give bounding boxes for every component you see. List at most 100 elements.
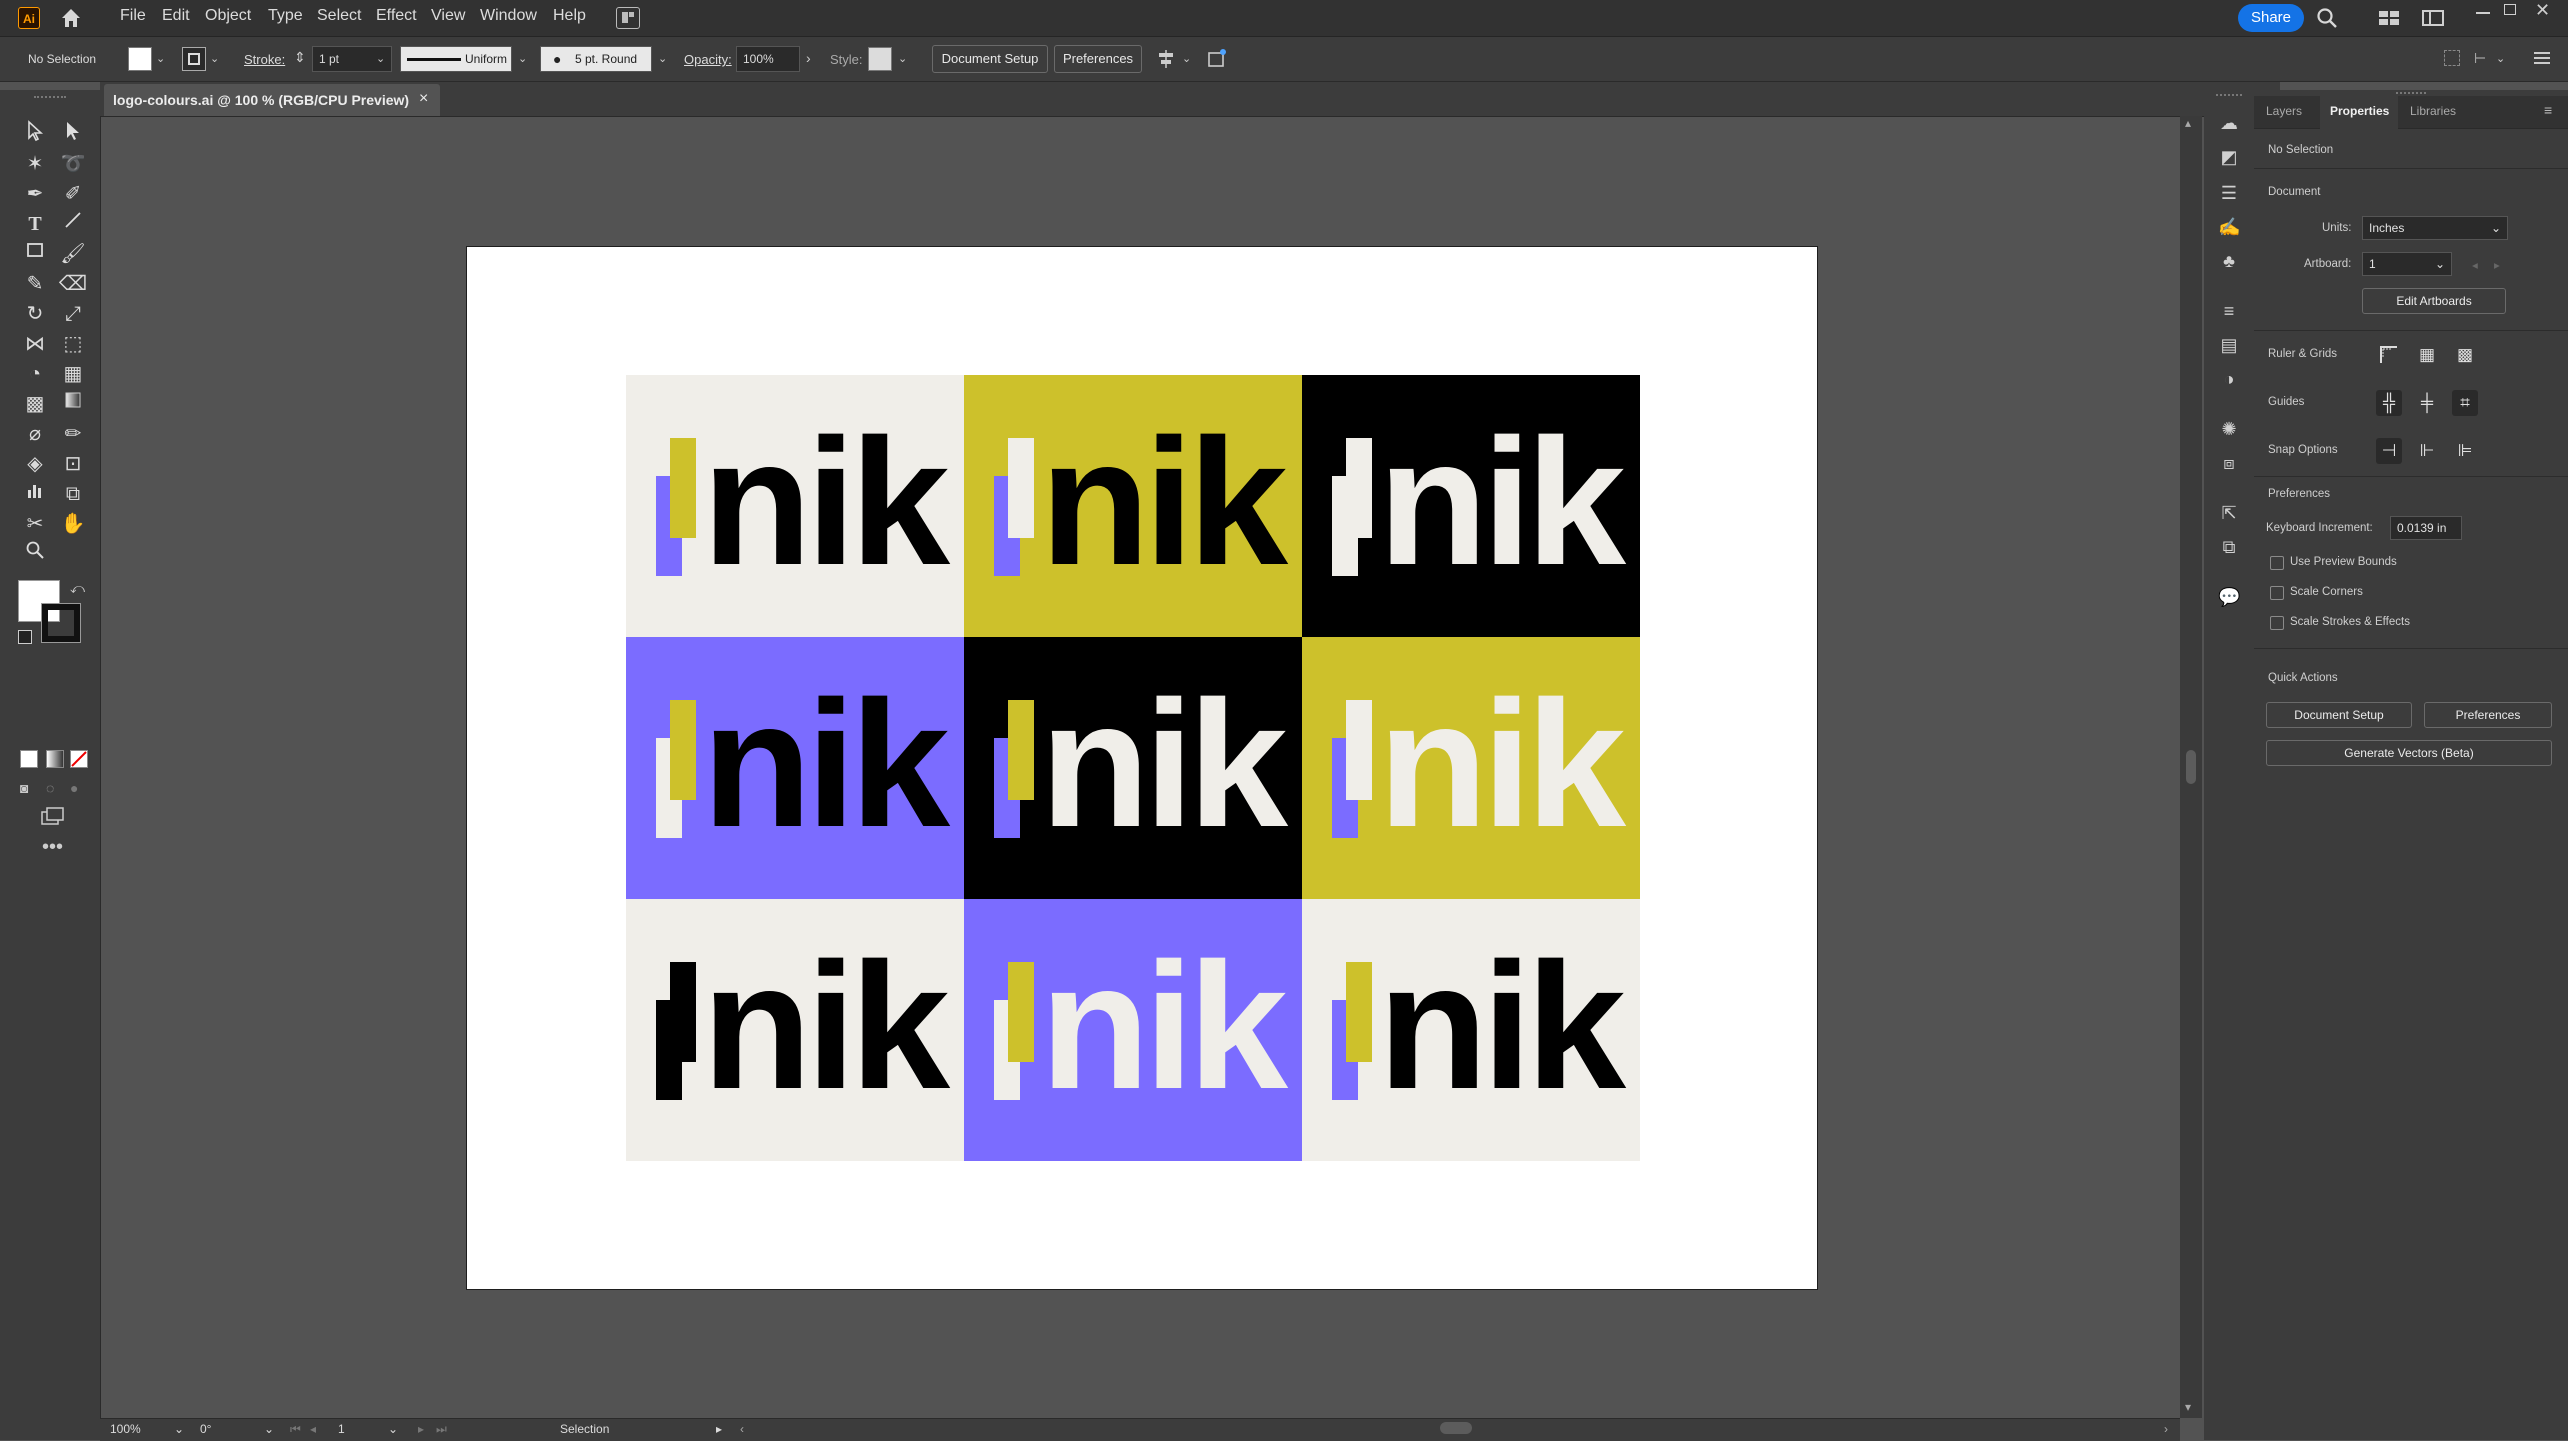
control-bar-menu-icon[interactable] [2534, 51, 2550, 64]
opacity-expand-chevron-icon[interactable]: › [806, 50, 811, 66]
scale-corners-checkbox[interactable] [2270, 586, 2284, 600]
show-rulers-icon[interactable] [2376, 342, 2402, 368]
paintbrush-tool-icon[interactable]: 🖌 [58, 240, 88, 268]
quick-preferences-button[interactable]: Preferences [2424, 702, 2552, 728]
quick-document-setup-button[interactable]: Document Setup [2266, 702, 2412, 728]
selection-tool-icon[interactable] [20, 120, 50, 148]
logo-tile[interactable]: nik [964, 637, 1302, 899]
logo-tile[interactable]: nik [1302, 375, 1640, 637]
restore-window-icon[interactable] [2504, 4, 2516, 15]
logo-tile[interactable]: nik [1302, 637, 1640, 899]
preferences-button[interactable]: Preferences [1054, 45, 1142, 73]
draw-normal-icon[interactable]: ◙ [20, 780, 36, 796]
scroll-up-icon[interactable]: ▴ [2185, 116, 2191, 130]
lasso-tool-icon[interactable]: ➰ [58, 150, 88, 178]
stroke-weight-chevron-icon[interactable]: ⌄ [376, 52, 385, 65]
style-dropdown-chevron-icon[interactable]: ⌄ [898, 52, 907, 65]
scale-strokes-checkbox[interactable] [2270, 616, 2284, 630]
stroke-panel-icon[interactable]: ≡ [2218, 300, 2240, 322]
isolation-icon[interactable]: ⊢ [2474, 50, 2490, 66]
logo-tile[interactable]: nik [964, 899, 1302, 1161]
brushes-panel-icon[interactable]: ✍ [2218, 216, 2240, 238]
mesh-tool-icon[interactable]: ▩ [20, 390, 50, 418]
vertical-scroll-thumb[interactable] [2186, 750, 2196, 784]
width-tool-icon[interactable]: ⋈ [20, 330, 50, 358]
line-tool-icon[interactable] [58, 210, 88, 238]
snap-to-glyph-icon[interactable]: ⊫ [2452, 438, 2478, 464]
draw-behind-icon[interactable]: ◌ [46, 780, 62, 796]
edit-artboards-button[interactable]: Edit Artboards [2362, 288, 2506, 314]
comments-panel-icon[interactable]: 💬 [2218, 586, 2240, 608]
generate-vectors-button[interactable]: Generate Vectors (Beta) [2266, 740, 2552, 766]
arrange-documents-icon[interactable] [616, 7, 640, 29]
logo-tile[interactable]: nik [626, 637, 964, 899]
logo-grid[interactable]: nik nik nik nik nik nik nik nik nik [626, 375, 1640, 1161]
shaper-tool-icon[interactable]: ✎ [20, 270, 50, 298]
rectangle-tool-icon[interactable] [20, 240, 50, 268]
scroll-left-icon[interactable]: ‹ [740, 1422, 744, 1436]
search-icon[interactable] [2314, 5, 2340, 31]
hand-tool-icon[interactable]: ✋ [58, 510, 88, 538]
tab-properties[interactable]: Properties [2330, 104, 2389, 118]
menu-object[interactable]: Object [205, 7, 251, 25]
align-icon[interactable] [1156, 49, 1176, 69]
artboard-dropdown-chevron-icon[interactable]: ⌄ [388, 1422, 398, 1436]
previous-artboard-icon[interactable]: ◂ [310, 1422, 316, 1436]
column-graph-tool-icon[interactable] [20, 480, 50, 508]
logo-tile[interactable]: nik [626, 899, 964, 1161]
show-grid-icon[interactable]: ▦ [2414, 342, 2440, 368]
slice-tool-icon[interactable]: ✂ [20, 510, 50, 538]
symbols-panel-icon[interactable]: ♣ [2218, 250, 2240, 272]
status-menu-arrow-icon[interactable]: ▸ [716, 1422, 722, 1436]
stroke-stepper-icon[interactable]: ⇕ [294, 49, 306, 66]
close-window-icon[interactable]: ✕ [2535, 0, 2550, 21]
logo-tile[interactable]: nik [964, 375, 1302, 637]
edit-toolbar-more-icon[interactable]: ••• [42, 836, 63, 859]
magic-wand-tool-icon[interactable]: ✶ [20, 150, 50, 178]
align-dropdown-chevron-icon[interactable]: ⌄ [1182, 52, 1191, 65]
scroll-down-icon[interactable]: ▾ [2185, 1400, 2191, 1414]
tab-libraries[interactable]: Libraries [2410, 104, 2456, 118]
logo-tile[interactable]: nik [1302, 899, 1640, 1161]
default-fill-stroke-icon[interactable] [18, 630, 32, 644]
close-document-icon[interactable]: × [419, 90, 428, 108]
rotate-tool-icon[interactable]: ↻ [20, 300, 50, 328]
symbol-sprayer-tool-icon[interactable]: ⊡ [58, 450, 88, 478]
lock-guides-icon[interactable]: ╪ [2414, 390, 2440, 416]
properties-panel-icon[interactable]: ◩ [2218, 146, 2240, 168]
units-select[interactable]: Inches ⌄ [2362, 216, 2508, 240]
menu-window[interactable]: Window [480, 7, 537, 25]
swap-fill-stroke-icon[interactable]: ⤺ [70, 580, 85, 597]
keyboard-increment-field[interactable]: 0.0139 in [2390, 516, 2462, 540]
graphic-styles-panel-icon[interactable]: ⧈ [2218, 452, 2240, 474]
stroke-color-swatch[interactable] [41, 603, 81, 643]
artboard-number-field[interactable]: 1 [338, 1422, 345, 1436]
document-setup-button[interactable]: Document Setup [932, 45, 1048, 73]
recolor-artwork-icon[interactable] [1206, 47, 1228, 69]
isolation-dropdown-chevron-icon[interactable]: ⌄ [2496, 52, 2505, 65]
next-artboard-arrow-icon[interactable]: ▸ [2494, 258, 2500, 272]
menu-effect[interactable]: Effect [376, 7, 417, 25]
appearance-panel-icon[interactable]: ✺ [2218, 418, 2240, 440]
zoom-level-field[interactable]: 100% [110, 1422, 141, 1436]
rotation-dropdown-chevron-icon[interactable]: ⌄ [264, 1422, 274, 1436]
stroke-dropdown-chevron-icon[interactable]: ⌄ [210, 52, 219, 65]
workspace-switcher-icon[interactable] [2378, 9, 2400, 27]
minimize-window-icon[interactable] [2476, 12, 2490, 14]
show-guides-icon[interactable]: ╬ [2376, 390, 2402, 416]
smart-guides-icon[interactable]: ⌗ [2452, 390, 2478, 416]
scale-tool-icon[interactable]: ⤢ [58, 300, 88, 328]
panel-strip-grip[interactable] [2216, 94, 2242, 96]
type-tool-icon[interactable]: T [20, 210, 50, 238]
document-tab-title[interactable]: logo-colours.ai @ 100 % (RGB/CPU Preview… [113, 92, 409, 108]
brush-definition[interactable]: ● 5 pt. Round [540, 46, 652, 72]
first-artboard-icon[interactable]: ⏮ [290, 1422, 301, 1437]
graphic-style-swatch[interactable] [868, 47, 892, 71]
profile-dropdown-chevron-icon[interactable]: ⌄ [518, 52, 527, 65]
menu-select[interactable]: Select [317, 7, 361, 25]
menu-edit[interactable]: Edit [162, 7, 190, 25]
artboard-select[interactable]: 1 ⌄ [2362, 252, 2452, 276]
eyedropper-tool-icon[interactable]: ⌀ [20, 420, 50, 448]
toolbar-grip[interactable] [34, 96, 66, 101]
logo-tile[interactable]: nik [626, 375, 964, 637]
